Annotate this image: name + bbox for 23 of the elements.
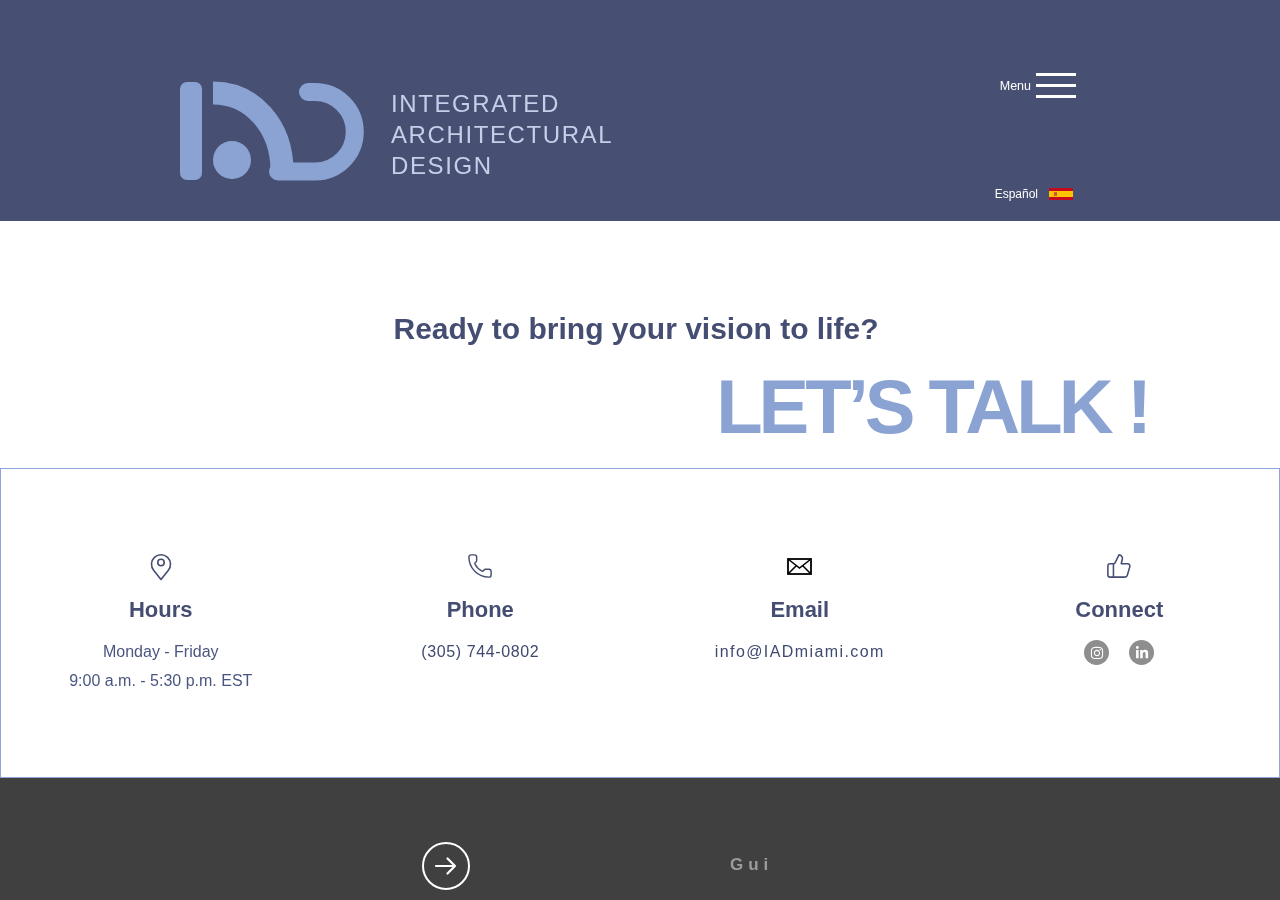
menu-icon [1036, 73, 1076, 98]
instagram-icon[interactable] [1084, 640, 1110, 665]
hours-text: Monday - Friday [102, 642, 219, 662]
column-title: Email [770, 596, 830, 624]
logo-wordmark: INTEGRATED ARCHITECTURAL DESIGN [391, 89, 614, 181]
language-link[interactable]: Español [994, 187, 1073, 201]
hours-text: 9:00 a.m. - 5:30 p.m. EST [69, 671, 253, 691]
cta-heading: Ready to bring your vision to life? [393, 312, 879, 346]
cta-title: LET’S TALK ! [716, 369, 1148, 445]
footer-label: Gui [730, 855, 774, 875]
linkedin-icon[interactable] [1129, 640, 1155, 665]
phone-link[interactable]: (305) 744-0802 [421, 637, 540, 666]
column-title: Connect [1075, 596, 1164, 624]
menu-button[interactable]: Menu [999, 73, 1076, 98]
email-link[interactable]: info@IADmiami.com [714, 637, 885, 666]
thumbs-up-icon [1107, 554, 1132, 578]
column-title: Phone [446, 596, 514, 624]
envelope-icon [787, 557, 813, 575]
location-pin-icon [149, 551, 172, 581]
column-title: Hours [128, 596, 193, 624]
flag-icon [1049, 188, 1073, 200]
arrow-circle-icon[interactable] [422, 842, 470, 890]
phone-icon [468, 554, 493, 578]
